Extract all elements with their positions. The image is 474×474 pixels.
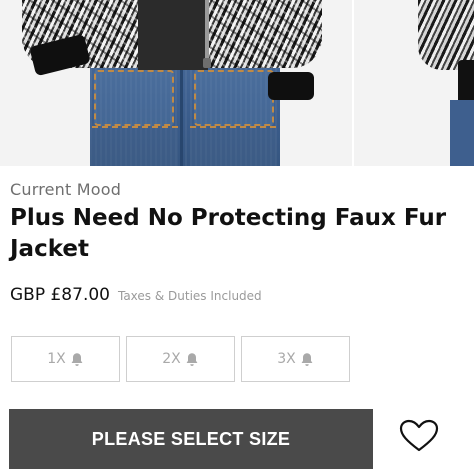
product-brand[interactable]: Current Mood	[10, 180, 121, 199]
size-label: 3X	[277, 351, 296, 367]
size-label: 1X	[47, 351, 66, 367]
heart-icon	[399, 419, 439, 452]
product-image-main[interactable]	[0, 0, 352, 166]
size-option-1x[interactable]: 1X	[11, 336, 120, 382]
price-row: GBP £87.00 Taxes & Duties Included	[10, 285, 262, 305]
size-option-2x[interactable]: 2X	[126, 336, 235, 382]
bell-icon	[301, 352, 313, 366]
tax-note: Taxes & Duties Included	[117, 289, 262, 303]
bell-icon	[71, 352, 83, 366]
select-size-button[interactable]: PLEASE SELECT SIZE	[9, 409, 373, 469]
product-title: Plus Need No Protecting Faux Fur Jacket	[10, 205, 447, 262]
wishlist-button[interactable]	[398, 419, 440, 455]
size-label: 2X	[162, 351, 181, 367]
size-selector: 1X 2X 3X	[11, 336, 350, 382]
product-image-next[interactable]	[354, 0, 474, 166]
product-price: GBP £87.00	[10, 285, 110, 305]
size-option-3x[interactable]: 3X	[241, 336, 350, 382]
bell-icon	[186, 352, 198, 366]
product-image-gallery[interactable]	[0, 0, 474, 166]
